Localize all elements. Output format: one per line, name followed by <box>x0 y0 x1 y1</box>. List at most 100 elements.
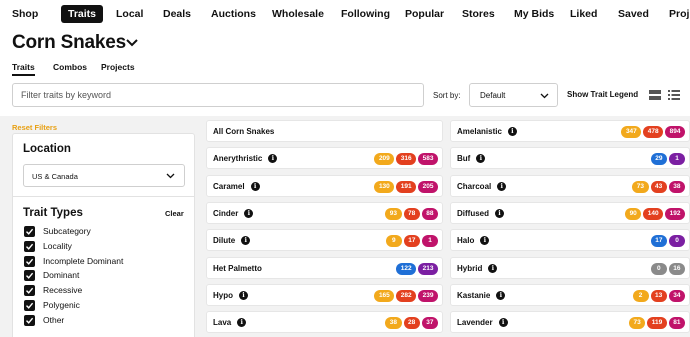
count-badge-red[interactable]: 28 <box>403 317 420 329</box>
nav-item-saved[interactable]: Saved <box>618 8 649 20</box>
trait-card-hybrid[interactable]: Hybrid i 16 0 <box>450 257 690 279</box>
count-badge-yellow[interactable]: 2 <box>632 290 649 302</box>
clear-trait-types-button[interactable]: Clear <box>165 209 184 218</box>
info-icon[interactable]: i <box>476 154 486 163</box>
count-badge-red[interactable]: 119 <box>647 317 667 329</box>
checkbox-checked-icon[interactable] <box>24 300 35 311</box>
trait-card-charcoal[interactable]: Charcoal i 38 43 73 <box>450 175 690 197</box>
count-badge-gray[interactable]: 0 <box>650 263 667 275</box>
info-icon[interactable]: i <box>488 264 498 273</box>
count-badge-magenta[interactable]: 1 <box>422 235 438 247</box>
trait-card-hypo[interactable]: Hypo i 239 282 165 <box>206 284 443 306</box>
show-trait-legend-button[interactable]: Show Trait Legend <box>567 90 638 99</box>
nav-item-wholesale[interactable]: Wholesale <box>272 8 324 20</box>
nav-item-liked[interactable]: Liked <box>570 8 597 20</box>
count-badge-magenta[interactable]: 583 <box>418 153 438 165</box>
checkbox-checked-icon[interactable] <box>24 226 35 237</box>
count-badge-magenta[interactable]: 34 <box>668 290 685 302</box>
info-icon[interactable]: i <box>495 209 504 218</box>
count-badge-yellow[interactable]: 9 <box>385 235 402 247</box>
list-view-icon[interactable] <box>668 90 680 100</box>
info-icon[interactable]: i <box>244 209 254 218</box>
count-badge-blue[interactable]: 17 <box>650 235 667 247</box>
count-badge-yellow[interactable]: 73 <box>629 317 646 329</box>
count-badge-magenta[interactable]: 894 <box>665 126 685 138</box>
checkbox-checked-icon[interactable] <box>24 314 35 326</box>
count-badge-purple[interactable]: 1 <box>669 153 685 165</box>
info-icon[interactable]: i <box>497 182 507 191</box>
count-badge-magenta[interactable]: 192 <box>665 208 685 220</box>
count-badge-gray[interactable]: 16 <box>668 263 685 275</box>
count-badge-purple[interactable]: 0 <box>669 235 685 247</box>
count-badge-magenta[interactable]: 205 <box>418 181 438 193</box>
count-badge-magenta[interactable]: 37 <box>421 317 438 329</box>
info-icon[interactable]: i <box>239 291 248 300</box>
trait-card-halo[interactable]: Halo i 0 17 <box>450 229 690 251</box>
chevron-down-icon[interactable] <box>125 38 139 48</box>
info-icon[interactable]: i <box>498 318 508 327</box>
count-badge-red[interactable]: 43 <box>650 181 667 193</box>
nav-item-following[interactable]: Following <box>341 8 390 20</box>
nav-item-local[interactable]: Local <box>116 8 143 20</box>
location-select[interactable]: US & Canada <box>23 164 185 187</box>
nav-item-proj[interactable]: Proj <box>669 8 689 20</box>
count-badge-red[interactable]: 78 <box>403 208 420 220</box>
nav-item-deals[interactable]: Deals <box>163 8 191 20</box>
nav-item-traits[interactable]: Traits <box>61 5 104 23</box>
info-icon[interactable]: i <box>250 182 260 191</box>
trait-card-lava[interactable]: Lava i 37 28 38 <box>206 311 443 333</box>
info-icon[interactable]: i <box>241 236 251 245</box>
trait-card-amelanistic[interactable]: Amelanistic i 894 478 347 <box>450 120 690 142</box>
count-badge-magenta[interactable]: 81 <box>668 317 685 329</box>
count-badge-yellow[interactable]: 90 <box>625 208 642 220</box>
reset-filters-button[interactable]: Reset Filters <box>12 123 57 132</box>
tab-projects[interactable]: Projects <box>101 62 135 72</box>
info-icon[interactable]: i <box>507 127 517 136</box>
count-badge-yellow[interactable]: 73 <box>632 181 649 193</box>
checkbox-checked-icon[interactable] <box>24 270 35 282</box>
count-badge-yellow[interactable]: 38 <box>385 317 402 329</box>
trait-card-anerythristic[interactable]: Anerythristic i 583 316 209 <box>206 147 443 169</box>
count-badge-magenta[interactable]: 38 <box>668 181 685 193</box>
nav-item-auctions[interactable]: Auctions <box>211 8 256 20</box>
count-badge-blue[interactable]: 29 <box>650 153 667 165</box>
checkbox-checked-icon[interactable] <box>24 240 35 252</box>
nav-item-popular[interactable]: Popular <box>405 8 444 20</box>
info-icon[interactable]: i <box>480 236 490 245</box>
trait-search-input[interactable] <box>12 83 424 107</box>
count-badge-magenta[interactable]: 239 <box>418 290 438 302</box>
count-badge-yellow[interactable]: 209 <box>374 153 395 165</box>
grid-view-icon[interactable] <box>649 90 661 100</box>
trait-card-het-palmetto[interactable]: Het Palmetto 213 122 <box>206 257 443 279</box>
trait-card-all-corn-snakes[interactable]: All Corn Snakes <box>206 120 443 142</box>
tab-traits[interactable]: Traits <box>12 62 35 76</box>
trait-card-cinder[interactable]: Cinder i 88 78 93 <box>206 202 443 224</box>
tab-combos[interactable]: Combos <box>53 62 87 72</box>
count-badge-red[interactable]: 17 <box>403 235 420 247</box>
count-badge-purple[interactable]: 213 <box>418 263 438 275</box>
info-icon[interactable]: i <box>268 154 278 163</box>
count-badge-yellow[interactable]: 93 <box>385 208 402 220</box>
nav-item-shop[interactable]: Shop <box>12 8 38 20</box>
trait-card-dilute[interactable]: Dilute i 1 17 9 <box>206 229 443 251</box>
info-icon[interactable]: i <box>237 318 247 327</box>
count-badge-yellow[interactable]: 165 <box>374 290 395 302</box>
trait-card-kastanie[interactable]: Kastanie i 34 13 2 <box>450 284 690 306</box>
count-badge-red[interactable]: 140 <box>643 208 664 220</box>
count-badge-red[interactable]: 282 <box>396 290 417 302</box>
count-badge-blue[interactable]: 122 <box>396 263 417 275</box>
count-badge-red[interactable]: 191 <box>396 181 417 193</box>
count-badge-red[interactable]: 13 <box>650 290 667 302</box>
sort-select[interactable]: Default <box>469 83 558 107</box>
count-badge-red[interactable]: 478 <box>643 126 664 138</box>
trait-card-lavender[interactable]: Lavender i 81 119 73 <box>450 311 690 333</box>
checkbox-checked-icon[interactable] <box>24 285 35 297</box>
trait-card-caramel[interactable]: Caramel i 205 191 130 <box>206 175 443 197</box>
info-icon[interactable]: i <box>496 291 506 300</box>
nav-item-my-bids[interactable]: My Bids <box>514 8 554 20</box>
trait-card-diffused[interactable]: Diffused i 192 140 90 <box>450 202 690 224</box>
count-badge-red[interactable]: 316 <box>396 153 417 165</box>
trait-card-buf[interactable]: Buf i 1 29 <box>450 147 690 169</box>
count-badge-magenta[interactable]: 88 <box>421 208 438 220</box>
count-badge-yellow[interactable]: 130 <box>374 181 395 193</box>
